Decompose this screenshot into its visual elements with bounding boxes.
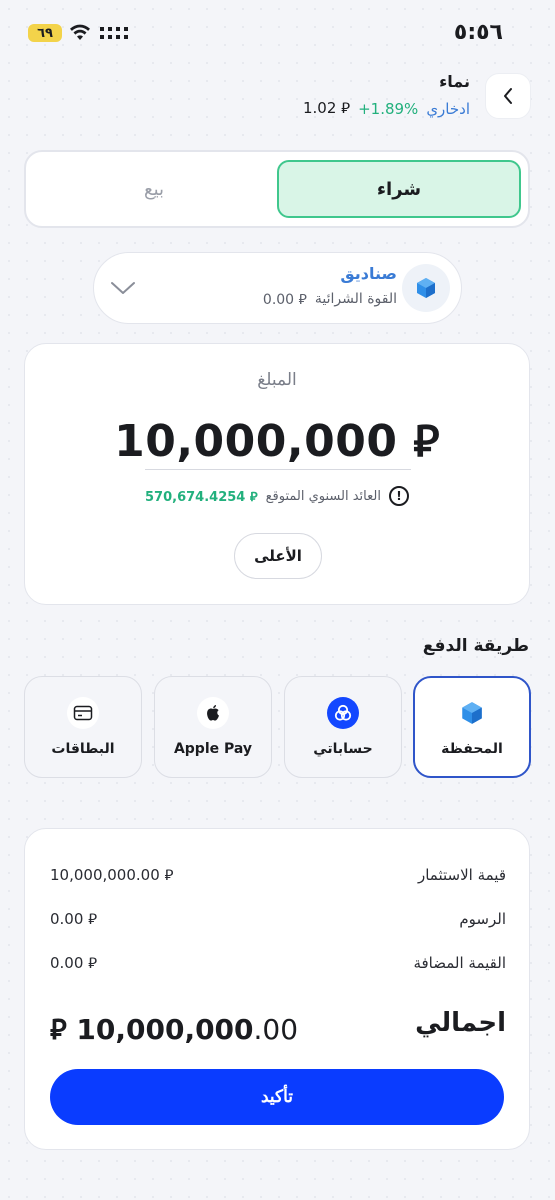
total-decimal: .00 <box>253 1013 299 1046</box>
fees-label: الرسوم <box>459 910 506 928</box>
purchasing-power-label: القوة الشرائية <box>314 291 397 307</box>
fund-change: +1.89% <box>358 99 419 118</box>
signal-icon <box>100 27 128 39</box>
fund-selector-title: صناديق <box>340 264 397 283</box>
amount-input[interactable]: 10,000,000 ⃁ <box>24 412 530 469</box>
back-button[interactable] <box>485 73 531 119</box>
total-currency: ⃁ <box>50 1013 67 1046</box>
chevron-left-icon <box>504 88 512 104</box>
wifi-icon <box>70 24 90 40</box>
payment-cards[interactable]: البطاقات <box>24 676 142 778</box>
payment-label: Apple Pay <box>173 741 253 757</box>
chevron-down-icon[interactable] <box>108 276 138 300</box>
payment-label: المحفظة <box>441 741 503 757</box>
tab-buy[interactable]: شراء <box>277 160 521 218</box>
apple-icon <box>197 697 229 729</box>
fund-selector-icon <box>402 264 450 312</box>
info-icon[interactable]: ! <box>388 486 409 506</box>
tab-sell[interactable]: بيع <box>34 160 274 218</box>
max-button[interactable]: الأعلى <box>234 533 322 579</box>
expected-return-label: العائد السنوي المتوقع <box>265 488 381 504</box>
purchasing-power-value: 0.00 ⃁ <box>262 292 307 308</box>
wallet-cube-icon <box>456 697 488 729</box>
payment-wallet[interactable]: المحفظة <box>413 676 531 778</box>
fund-name: نماء <box>439 72 470 91</box>
expected-return-value: 570,674.4254 ⃁ <box>145 489 258 505</box>
fund-type: ادخاري <box>426 99 470 118</box>
total-value: ⃁ 10,000,000.00 <box>50 1010 298 1047</box>
card-icon <box>67 697 99 729</box>
fund-price: 1.02 ⃁ <box>303 99 351 117</box>
fund-subtitle: ادخاري +1.89% 1.02 ⃁ <box>303 99 470 118</box>
expected-return: ! العائد السنوي المتوقع 570,674.4254 ⃁ <box>24 486 530 506</box>
confirm-button[interactable]: تأكيد <box>50 1069 504 1125</box>
accounts-icon <box>327 697 359 729</box>
battery-icon: ٦٩ <box>28 24 62 42</box>
vat-label: القيمة المضافة <box>413 954 506 972</box>
amount-label: المبلغ <box>257 370 297 390</box>
vat-value: 0.00 ⃁ <box>50 954 98 972</box>
payment-accounts[interactable]: حساباتي <box>284 676 402 778</box>
fees-value: 0.00 ⃁ <box>50 910 98 928</box>
wallet-cube-icon <box>417 278 435 298</box>
investment-value-label: قيمة الاستثمار <box>417 866 506 884</box>
payment-apple-pay[interactable]: Apple Pay <box>154 676 272 778</box>
payment-method-title: طريقة الدفع <box>422 636 529 656</box>
purchasing-power: القوة الشرائية 0.00 ⃁ <box>263 290 397 308</box>
status-time: ٥:٥٦ <box>453 20 503 45</box>
payment-label: حساباتي <box>313 741 373 757</box>
total-integer: 10,000,000 <box>76 1013 254 1046</box>
investment-value: 10,000,000.00 ⃁ <box>50 866 174 884</box>
amount-underline <box>145 469 411 470</box>
payment-label: البطاقات <box>51 741 115 757</box>
total-label: اجمالي <box>415 1008 506 1038</box>
